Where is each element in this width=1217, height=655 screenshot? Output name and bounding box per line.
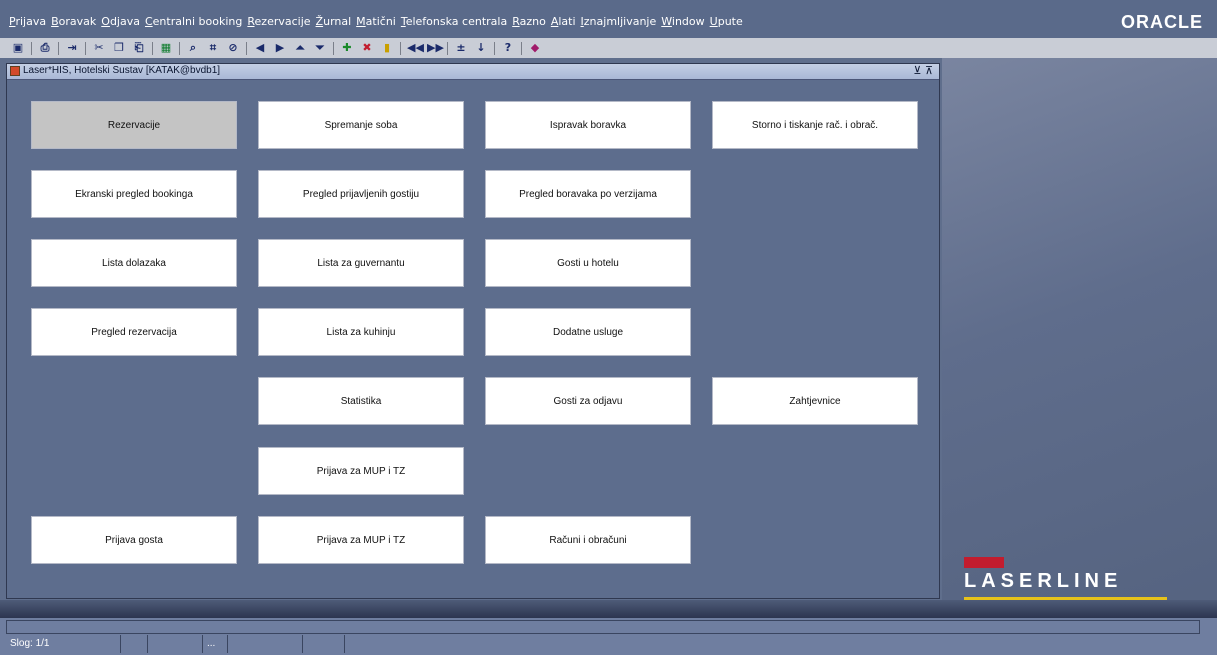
toolbar-separator <box>494 41 495 55</box>
execute-query-icon[interactable]: ⌗ <box>206 41 220 55</box>
window-titlebar[interactable]: Laser*HIS, Hotelski Sustav [KATAK@bvdb1]… <box>7 64 939 80</box>
toolbar: ▣ ⎙ ⇥ ✂ ❐ ⎗ ▦ ⌕ ⌗ ⊘ ◀ ▶ ⏶ ⏷ ✚ ✖ ▮ ◀◀ ▶▶ … <box>0 38 1217 58</box>
menu-window[interactable]: Window <box>661 15 704 29</box>
excel-icon[interactable]: ▦ <box>159 41 173 55</box>
status-cell <box>148 635 203 653</box>
cancel-query-icon[interactable]: ⊘ <box>226 41 240 55</box>
next-record-icon[interactable]: ▶ <box>273 41 287 55</box>
app-icon <box>10 66 20 76</box>
cut-icon[interactable]: ✂ <box>92 41 106 55</box>
toolbar-separator <box>333 41 334 55</box>
lista-guvernantu-button[interactable]: Lista za guvernantu <box>258 239 464 287</box>
help-icon[interactable]: ? <box>501 41 515 55</box>
exit-icon[interactable]: ⇥ <box>65 41 79 55</box>
toolbar-separator <box>521 41 522 55</box>
prijava-mup-button[interactable]: Prijava za MUP i TZ <box>258 447 464 495</box>
message-line <box>6 620 1200 634</box>
insert-record-icon[interactable]: ✚ <box>340 41 354 55</box>
menu-items: Prijava Boravak Odjava Centralni booking… <box>9 15 748 29</box>
laserline-logo: LASERLINE <box>964 570 1123 592</box>
menu-centralni-booking[interactable]: Centralni booking <box>145 15 242 29</box>
status-bar: Slog: 1/1 ... <box>0 618 1217 655</box>
next-block-icon[interactable]: ▶▶ <box>427 41 444 55</box>
status-cell <box>303 635 345 653</box>
window-controls-icon[interactable]: ⊻ ⊼ <box>913 64 933 77</box>
menu-rezervacije[interactable]: Rezervacije <box>247 15 310 29</box>
menu-iznajmljivanje[interactable]: Iznajmljivanje <box>581 15 657 29</box>
bookmark-icon[interactable]: ◆ <box>528 41 542 55</box>
pregled-rezervacija-button[interactable]: Pregled rezervacija <box>31 308 237 356</box>
toolbar-separator <box>31 41 32 55</box>
dodatne-usluge-button[interactable]: Dodatne usluge <box>485 308 691 356</box>
menu-zurnal[interactable]: Žurnal <box>316 15 352 29</box>
lock-record-icon[interactable]: ▮ <box>380 41 394 55</box>
status-ellipsis: ... <box>203 635 228 653</box>
ekranski-pregled-button[interactable]: Ekranski pregled bookinga <box>31 170 237 218</box>
menu-odjava[interactable]: Odjava <box>101 15 140 29</box>
prijava-mup-button-2[interactable]: Prijava za MUP i TZ <box>258 516 464 564</box>
prev-record-icon[interactable]: ◀ <box>253 41 267 55</box>
status-cell <box>228 635 303 653</box>
pregled-boravaka-button[interactable]: Pregled boravaka po verzijama <box>485 170 691 218</box>
toolbar-separator <box>246 41 247 55</box>
toolbar-separator <box>152 41 153 55</box>
first-record-icon[interactable]: ⏶ <box>293 41 307 55</box>
menu-boravak[interactable]: Boravak <box>51 15 96 29</box>
racuni-button[interactable]: Računi i obračuni <box>485 516 691 564</box>
prev-block-icon[interactable]: ◀◀ <box>407 41 424 55</box>
status-cell <box>121 635 148 653</box>
bottom-strip <box>0 600 1217 618</box>
delete-record-icon[interactable]: ✖ <box>360 41 374 55</box>
zahtjevnice-button[interactable]: Zahtjevnice <box>712 377 918 425</box>
gosti-u-hotelu-button[interactable]: Gosti u hotelu <box>485 239 691 287</box>
save-icon[interactable]: ▣ <box>11 41 25 55</box>
ispravak-boravka-button[interactable]: Ispravak boravka <box>485 101 691 149</box>
rezervacije-button[interactable]: Rezervacije <box>31 101 237 149</box>
last-record-icon[interactable]: ⏷ <box>313 41 327 55</box>
toolbar-separator <box>400 41 401 55</box>
toolbar-separator <box>85 41 86 55</box>
statistika-button[interactable]: Statistika <box>258 377 464 425</box>
storno-button[interactable]: Storno i tiskanje rač. i obrač. <box>712 101 918 149</box>
lista-dolazaka-button[interactable]: Lista dolazaka <box>31 239 237 287</box>
query-icon[interactable]: ⌕ <box>186 41 200 55</box>
menu-maticni[interactable]: Matični <box>356 15 396 29</box>
record-indicator: Slog: 1/1 <box>6 635 121 653</box>
menu-alati[interactable]: Alati <box>551 15 576 29</box>
toolbar-separator <box>58 41 59 55</box>
pregled-prijavljenih-button[interactable]: Pregled prijavljenih gostiju <box>258 170 464 218</box>
clear-icon[interactable]: ± <box>454 41 468 55</box>
paste-icon[interactable]: ⎗ <box>132 41 146 55</box>
spremanje-soba-button[interactable]: Spremanje soba <box>258 101 464 149</box>
side-panel <box>942 58 1217 618</box>
window-title: Laser*HIS, Hotelski Sustav [KATAK@bvdb1] <box>23 65 221 76</box>
oracle-logo: ORACLE <box>1121 12 1203 32</box>
print-icon[interactable]: ⎙ <box>38 41 52 55</box>
toolbar-separator <box>447 41 448 55</box>
down-icon[interactable]: ↓ <box>474 41 488 55</box>
menu-bar: Prijava Boravak Odjava Centralni booking… <box>0 0 1217 38</box>
status-row: Slog: 1/1 ... <box>6 635 1200 653</box>
copy-icon[interactable]: ❐ <box>112 41 126 55</box>
lista-kuhinju-button[interactable]: Lista za kuhinju <box>258 308 464 356</box>
main-window: Laser*HIS, Hotelski Sustav [KATAK@bvdb1]… <box>6 63 940 599</box>
laserline-red-bar <box>964 557 1004 568</box>
gosti-za-odjavu-button[interactable]: Gosti za odjavu <box>485 377 691 425</box>
menu-prijava[interactable]: Prijava <box>9 15 46 29</box>
menu-telefonska-centrala[interactable]: Telefonska centrala <box>401 15 507 29</box>
toolbar-separator <box>179 41 180 55</box>
menu-upute[interactable]: Upute <box>710 15 743 29</box>
menu-razno[interactable]: Razno <box>512 15 546 29</box>
prijava-gosta-button[interactable]: Prijava gosta <box>31 516 237 564</box>
